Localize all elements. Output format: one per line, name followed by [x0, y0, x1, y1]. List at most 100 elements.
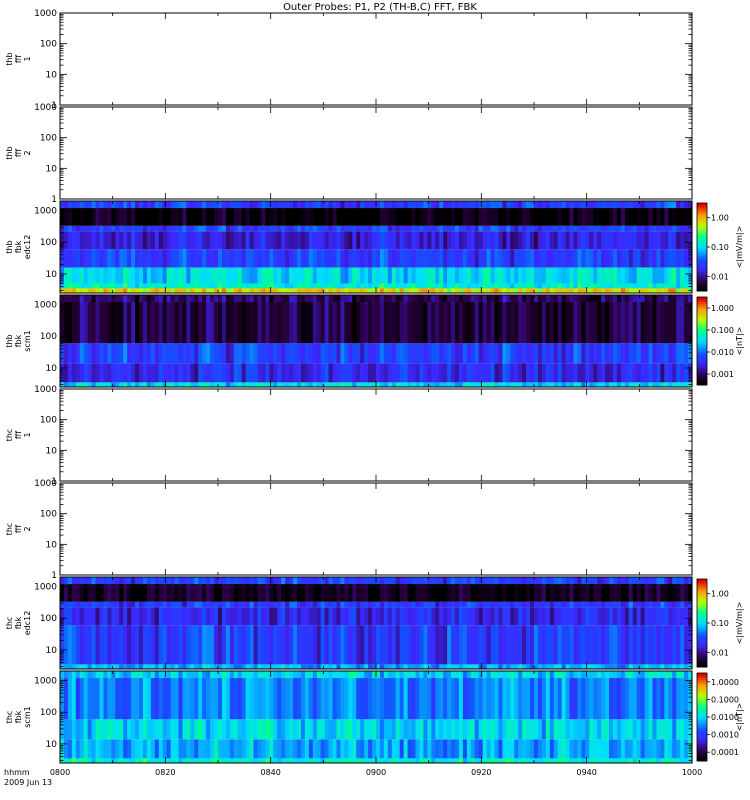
heatmap-cell	[135, 678, 140, 720]
heatmap-cell	[285, 719, 290, 740]
heatmap-cell	[656, 288, 661, 293]
heatmap-cell	[170, 758, 176, 763]
heatmap-cell	[194, 719, 199, 740]
heatmap-cell	[332, 201, 338, 209]
heatmap-cell	[348, 607, 353, 626]
heatmap-cell	[486, 295, 492, 303]
heatmap-cell	[680, 201, 685, 209]
heatmap-cell	[162, 249, 168, 268]
heatmap-cell	[139, 607, 144, 626]
heatmap-cell	[332, 758, 338, 763]
heatmap-cell	[83, 343, 89, 364]
heatmap-cell	[451, 363, 456, 383]
heatmap-cell	[249, 267, 255, 284]
heatmap-cell	[660, 601, 665, 608]
heatmap-cell	[103, 607, 108, 626]
heatmap-cell	[225, 625, 231, 665]
heatmap-cell	[684, 363, 689, 383]
heatmap-cell	[127, 302, 132, 344]
heatmap-cell	[644, 267, 650, 284]
heatmap-cell	[470, 601, 476, 608]
heatmap-cell	[182, 302, 187, 344]
heatmap-cell	[150, 283, 156, 289]
heatmap-cell	[561, 249, 567, 268]
heatmap-cell	[225, 295, 231, 303]
heatmap-cell	[111, 208, 116, 226]
heatmap-cell	[300, 231, 306, 250]
heatmap-cell	[356, 625, 361, 665]
heatmap-cell	[593, 607, 598, 626]
heatmap-cell	[360, 678, 365, 720]
heatmap-cell	[131, 225, 136, 232]
heatmap-cell	[494, 678, 500, 720]
heatmap-cell	[316, 267, 322, 284]
heatmap-cell	[368, 719, 373, 740]
heatmap-cell	[249, 231, 255, 250]
heatmap-cell	[632, 283, 638, 289]
heatmap-cell	[277, 625, 282, 665]
heatmap-cell	[549, 288, 555, 293]
heatmap-cell	[680, 363, 685, 383]
heatmap-cell	[565, 249, 571, 268]
heatmap-cell	[415, 607, 421, 626]
heatmap-cell	[225, 577, 231, 585]
heatmap-cell	[285, 382, 290, 387]
heatmap-cell	[549, 267, 555, 284]
heatmap-cell	[443, 678, 448, 720]
heatmap-cell	[423, 302, 428, 344]
heatmap-cell	[486, 671, 492, 679]
heatmap-cell	[91, 601, 97, 608]
heatmap-cell	[142, 664, 148, 669]
heatmap-cell	[229, 302, 235, 344]
panel-frame	[59, 12, 693, 106]
heatmap-cell	[379, 283, 385, 289]
heatmap-cell	[399, 382, 405, 387]
heatmap-cell	[71, 758, 77, 763]
heatmap-cell	[423, 382, 428, 387]
heatmap-cell	[312, 719, 318, 740]
heatmap-cell	[123, 678, 128, 720]
heatmap-cell	[372, 363, 377, 383]
heatmap-cell	[419, 343, 424, 364]
heatmap-cell	[522, 719, 527, 740]
heatmap-cell	[320, 739, 326, 759]
heatmap-cell	[415, 267, 421, 284]
heatmap-cell	[186, 201, 191, 209]
heatmap-cell	[486, 363, 492, 383]
heatmap-cell	[423, 249, 428, 268]
heatmap-cell	[249, 678, 255, 720]
heatmap-cell	[656, 267, 661, 284]
heatmap-cell	[660, 343, 665, 364]
heatmap-cell	[174, 664, 180, 669]
heatmap-cell	[269, 343, 274, 364]
heatmap-cell	[237, 283, 243, 289]
heatmap-cell	[652, 607, 658, 626]
heatmap-cell	[510, 295, 515, 303]
heatmap-cell	[320, 231, 326, 250]
heatmap-cell	[63, 664, 69, 669]
heatmap-cell	[178, 584, 184, 602]
heatmap-cell	[514, 671, 519, 679]
heatmap-cell	[383, 601, 389, 608]
heatmap-cell	[293, 625, 298, 665]
heatmap-cell	[368, 382, 373, 387]
heatmap-cell	[218, 225, 223, 232]
heatmap-cell	[644, 382, 650, 387]
heatmap-cell	[293, 601, 298, 608]
heatmap-cell	[368, 295, 373, 303]
heatmap-cell	[63, 363, 69, 383]
heatmap-cell	[316, 601, 322, 608]
heatmap-cell	[510, 584, 515, 602]
heatmap-cell	[249, 671, 255, 679]
heatmap-cell	[415, 231, 421, 250]
heatmap-cell	[221, 758, 227, 763]
heatmap-cell	[142, 584, 148, 602]
heatmap-cell	[498, 343, 503, 364]
heatmap-cell	[277, 758, 282, 763]
heatmap-cell	[474, 249, 480, 268]
heatmap-cell	[154, 584, 160, 602]
heatmap-cell	[308, 288, 314, 293]
heatmap-cell	[684, 382, 689, 387]
heatmap-cell	[573, 678, 579, 720]
heatmap-cell	[293, 664, 298, 669]
